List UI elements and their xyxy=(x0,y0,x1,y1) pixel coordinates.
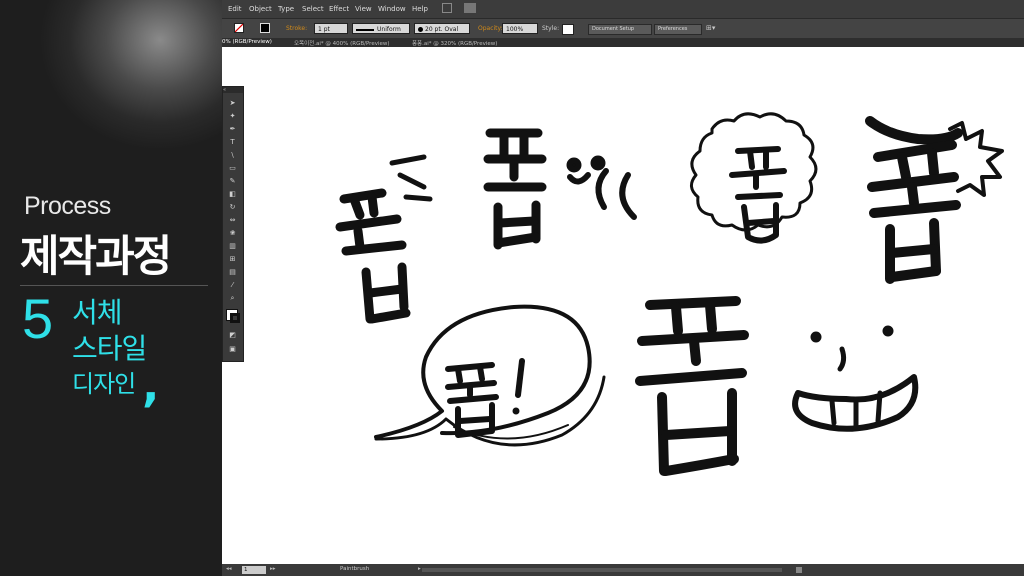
opacity-label: Opacity: xyxy=(478,25,503,32)
menu-object[interactable]: Object xyxy=(249,5,272,13)
step-title: 제작과정 xyxy=(20,232,172,282)
current-tool-label: Paintbrush xyxy=(340,566,370,572)
calligraphy-artwork xyxy=(335,112,1004,476)
subtitle-line-3: 디자인 xyxy=(72,370,136,398)
title-panel: Process 제작과정 5 서체 스타일 디자인 , xyxy=(0,0,222,576)
pung-glyph-4 xyxy=(865,116,1004,284)
grin-face xyxy=(792,325,919,432)
step-number: 5 xyxy=(22,287,54,350)
opacity-field[interactable]: 100% xyxy=(502,23,538,34)
type-tool-icon[interactable]: T xyxy=(227,138,238,147)
status-menu-icon[interactable]: ▸ xyxy=(418,566,421,572)
preferences-button[interactable]: Preferences xyxy=(654,24,702,35)
symbol-sprayer-icon[interactable]: ❀ xyxy=(227,229,238,238)
document-setup-button[interactable]: Document Setup xyxy=(588,24,652,35)
subtitle-line-2: 스타일 xyxy=(72,332,147,365)
brush-definition[interactable]: 20 pt. Oval xyxy=(414,23,470,34)
color-mode-icon[interactable]: ◩ xyxy=(227,331,238,340)
subtitle-line-1: 서체 xyxy=(72,296,123,329)
status-bar: ◂◂ 1 ▸▸ Paintbrush ▸ xyxy=(222,564,1024,576)
stroke-swatch-icon[interactable] xyxy=(260,23,270,33)
eyedropper-tool-icon[interactable]: ⁄ xyxy=(227,281,238,290)
gradient-tool-icon[interactable]: ▤ xyxy=(227,268,238,277)
screen-mode-icon[interactable]: ▣ xyxy=(227,345,238,354)
nav-arrows-icon[interactable]: ◂◂ xyxy=(226,566,232,572)
paintbrush-tool-icon[interactable]: ✎ xyxy=(227,177,238,186)
zoom-tool-icon[interactable]: ⌕ xyxy=(227,294,238,303)
tab-document-3[interactable]: 퐁퐁.ai* @ 320% (RGB/Preview) xyxy=(412,39,497,47)
illustrator-window: Edit Object Type Select Effect View Wind… xyxy=(222,0,1024,576)
menu-edit[interactable]: Edit xyxy=(228,5,242,13)
tab-current[interactable]: 0% (RGB/Preview) xyxy=(222,39,272,45)
horizontal-scrollbar[interactable] xyxy=(422,568,782,572)
menu-view[interactable]: View xyxy=(355,5,372,13)
style-label: Style: xyxy=(542,25,560,32)
nav-next-icon[interactable]: ▸▸ xyxy=(270,566,276,572)
pung-glyph-1 xyxy=(335,154,433,324)
fill-swatch-icon[interactable] xyxy=(234,23,244,33)
bridge-icon[interactable] xyxy=(442,3,452,13)
rectangle-tool-icon[interactable]: ▭ xyxy=(227,164,238,173)
align-icon[interactable]: ⊞▾ xyxy=(706,24,715,32)
uniform-label: Uniform xyxy=(377,26,401,33)
control-bar: Stroke: 1 pt Uniform 20 pt. Oval Opacity… xyxy=(222,18,1024,39)
scroll-thumb[interactable] xyxy=(796,567,802,573)
process-label: Process xyxy=(24,192,111,220)
tools-panel-header[interactable]: « xyxy=(223,87,243,93)
menu-window[interactable]: Window xyxy=(378,5,406,13)
mesh-tool-icon[interactable]: ⊞ xyxy=(227,255,238,264)
stroke-weight-field[interactable]: 1 pt xyxy=(314,23,348,34)
eraser-tool-icon[interactable]: ◧ xyxy=(227,190,238,199)
menu-type[interactable]: Type xyxy=(278,5,294,13)
menu-bar: Edit Object Type Select Effect View Wind… xyxy=(222,0,1024,18)
tools-panel: « ➤ ✦ ✒ T \ ▭ ✎ ◧ ↻ ⇔ ❀ ▥ ⊞ ▤ ⁄ ⌕ ◩ ▣ xyxy=(222,86,244,362)
stroke-color-icon[interactable] xyxy=(230,313,240,323)
pung-glyph-3 xyxy=(690,112,818,244)
width-tool-icon[interactable]: ⇔ xyxy=(227,216,238,225)
variable-width-profile[interactable]: Uniform xyxy=(352,23,410,34)
magic-wand-icon[interactable]: ✦ xyxy=(227,112,238,121)
tab-document-2[interactable]: 오목이전.ai* @ 400% (RGB/Preview) xyxy=(294,39,390,47)
pung-glyph-5 xyxy=(635,296,749,476)
speech-bubble xyxy=(374,304,606,447)
arrange-documents-icon[interactable] xyxy=(464,3,476,13)
menu-help[interactable]: Help xyxy=(412,5,428,13)
pung-glyph-2 xyxy=(483,128,637,250)
artboard[interactable] xyxy=(242,47,1024,564)
stroke-label: Stroke: xyxy=(286,25,308,32)
pen-tool-icon[interactable]: ✒ xyxy=(227,125,238,134)
menu-effect[interactable]: Effect xyxy=(329,5,349,13)
rotate-tool-icon[interactable]: ↻ xyxy=(227,203,238,212)
menu-select[interactable]: Select xyxy=(302,5,324,13)
graph-tool-icon[interactable]: ▥ xyxy=(227,242,238,251)
line-tool-icon[interactable]: \ xyxy=(227,151,238,160)
brush-label: 20 pt. Oval xyxy=(425,26,459,33)
selection-tool-icon[interactable]: ➤ xyxy=(227,99,238,108)
artboard-number-field[interactable]: 1 xyxy=(242,566,266,574)
style-swatch[interactable] xyxy=(562,24,574,35)
document-tabs: 0% (RGB/Preview) 오목이전.ai* @ 400% (RGB/Pr… xyxy=(222,38,1024,47)
comma-mark: , xyxy=(142,358,160,412)
